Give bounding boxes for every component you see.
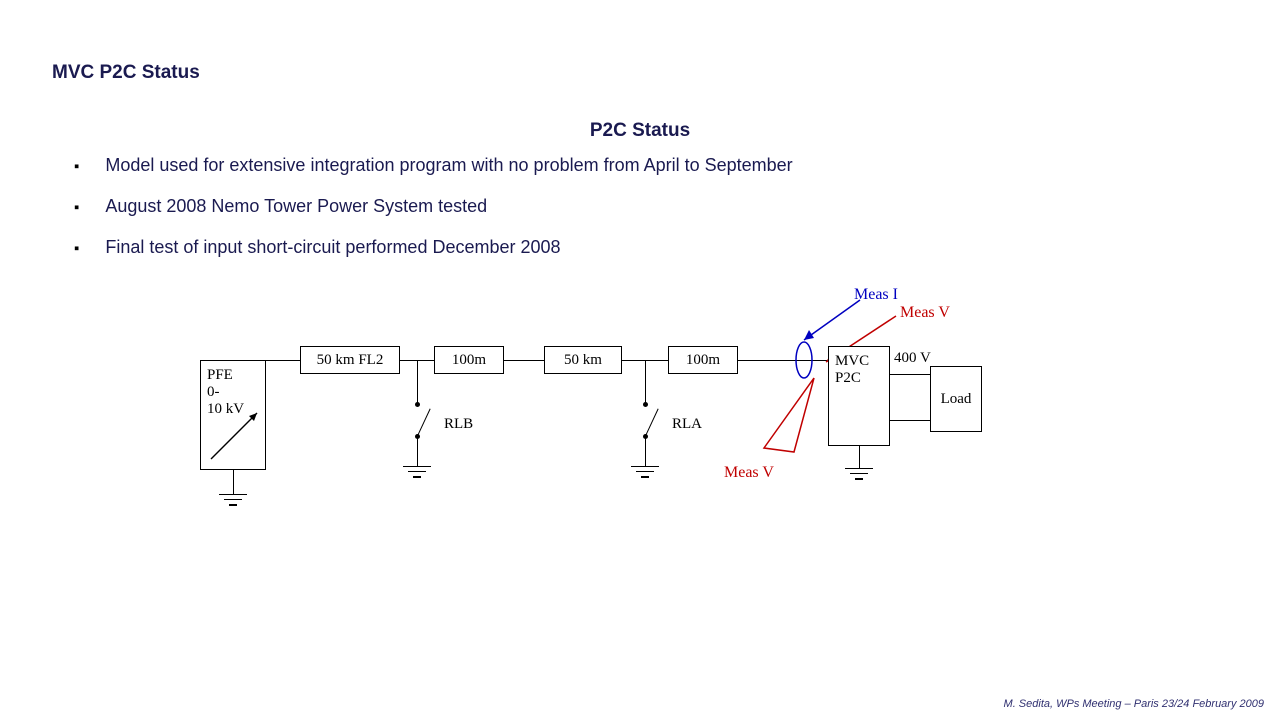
- switch-node: [415, 402, 420, 407]
- ground-icon: [219, 494, 247, 506]
- meas-v-label-bottom: Meas V: [724, 464, 774, 482]
- pfe-line2: 0-: [207, 384, 259, 401]
- wire: [233, 470, 234, 494]
- wire: [266, 360, 300, 361]
- rla-label: RLA: [672, 416, 702, 433]
- load-box: Load: [930, 366, 982, 432]
- variable-arrow-icon: [207, 409, 261, 463]
- segment-100m-1: 100m: [434, 346, 504, 374]
- footer-text: M. Sedita, WPs Meeting – Paris 23/24 Feb…: [1004, 698, 1264, 710]
- wire: [645, 360, 646, 404]
- bullet-item: Model used for extensive integration pro…: [74, 155, 793, 176]
- pfe-box: PFE 0- 10 kV: [200, 360, 266, 470]
- segment-50km-fl2: 50 km FL2: [300, 346, 400, 374]
- wire: [417, 438, 418, 466]
- segment-100m-2: 100m: [668, 346, 738, 374]
- switch-rla-icon: [645, 409, 659, 437]
- ground-icon: [845, 468, 873, 480]
- wire: [504, 360, 544, 361]
- wire: [645, 438, 646, 466]
- slide-subtitle: P2C Status: [0, 120, 1280, 142]
- mvc-line2: P2C: [835, 370, 883, 387]
- rlb-label: RLB: [444, 416, 473, 433]
- pfe-line1: PFE: [207, 367, 259, 384]
- circuit-diagram: PFE 0- 10 kV 50 km FL2 RLB 100m 50 km RL…: [200, 300, 1080, 580]
- meas-v-arrow-bottom-icon: [756, 374, 826, 464]
- switch-rlb-icon: [417, 409, 431, 437]
- voltage-400v-label: 400 V: [894, 350, 931, 367]
- ground-icon: [403, 466, 431, 478]
- ground-icon: [631, 466, 659, 478]
- meas-i-label: Meas I: [854, 286, 898, 304]
- wire: [890, 374, 930, 375]
- wire: [890, 420, 930, 421]
- bullet-list: Model used for extensive integration pro…: [74, 155, 793, 278]
- switch-node: [643, 402, 648, 407]
- wire: [417, 360, 418, 404]
- mvc-line1: MVC: [835, 353, 883, 370]
- mvc-p2c-box: MVC P2C: [828, 346, 890, 446]
- meas-v-label-top: Meas V: [900, 304, 950, 322]
- page-title: MVC P2C Status: [52, 62, 200, 84]
- bullet-item: Final test of input short-circuit perfor…: [74, 237, 793, 258]
- bullet-item: August 2008 Nemo Tower Power System test…: [74, 196, 793, 217]
- segment-50km: 50 km: [544, 346, 622, 374]
- wire: [859, 446, 860, 468]
